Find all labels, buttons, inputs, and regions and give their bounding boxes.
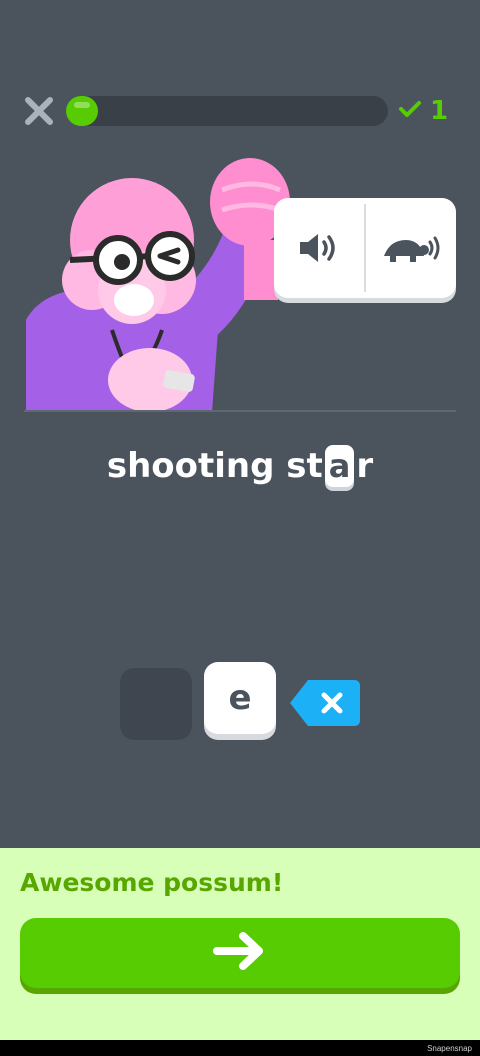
watermark: Snapensnap xyxy=(427,1044,472,1053)
used-choice-slot xyxy=(120,668,192,740)
word-suffix: r xyxy=(356,445,374,486)
speaker-icon[interactable] xyxy=(274,198,364,298)
progress-fill xyxy=(66,96,99,126)
prompt-word: shooting st a r xyxy=(0,444,480,487)
illustration-divider xyxy=(24,410,456,412)
streak-count: 1 xyxy=(430,96,449,126)
close-icon[interactable] xyxy=(22,94,56,128)
bottom-strip xyxy=(0,1040,480,1056)
audio-buttons xyxy=(274,198,456,298)
streak-counter: 1 xyxy=(398,94,458,128)
top-bar: 1 xyxy=(0,92,480,132)
lesson-progress-bar xyxy=(66,96,388,126)
letter-choice[interactable]: e xyxy=(204,662,276,734)
turtle-speaker-icon[interactable] xyxy=(366,198,456,298)
word-prefix: shooting st xyxy=(106,445,323,486)
feedback-footer: Awesome possum! xyxy=(0,848,480,1040)
continue-button[interactable] xyxy=(20,918,460,988)
feedback-message: Awesome possum! xyxy=(20,868,284,897)
backspace-icon[interactable] xyxy=(288,676,360,730)
arrow-right-icon xyxy=(213,931,267,975)
check-icon xyxy=(398,99,422,123)
teacher-character-illustration xyxy=(22,150,292,412)
word-blank-slot[interactable]: a xyxy=(324,444,355,487)
